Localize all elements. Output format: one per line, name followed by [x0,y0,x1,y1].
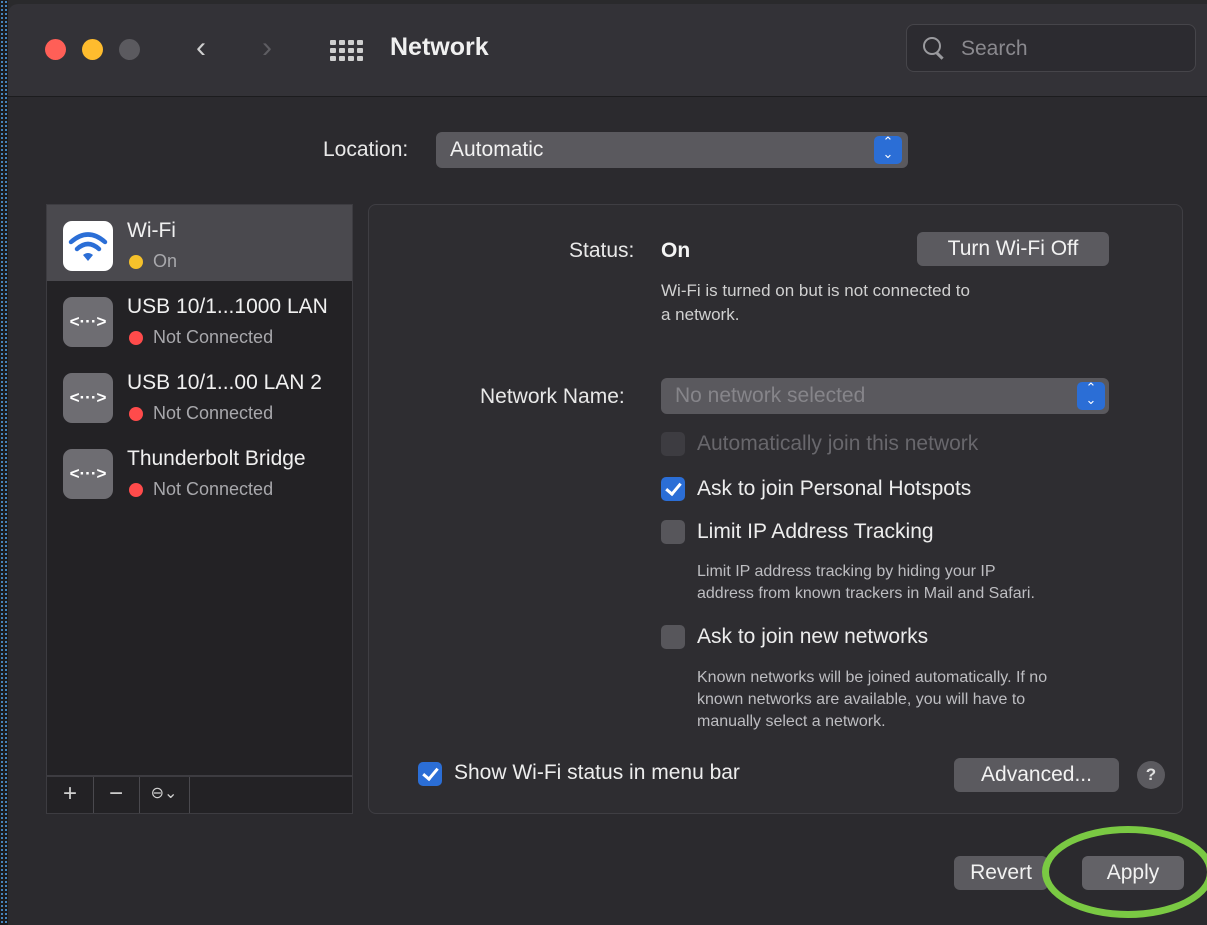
show-wifi-status-label: Show Wi-Fi status in menu bar [454,761,740,784]
service-status: Not Connected [153,403,274,423]
search-box[interactable] [906,24,1196,72]
limit-ip-description-line-2: address from known trackers in Mail and … [697,585,1035,602]
ask-hotspots-label: Ask to join Personal Hotspots [697,477,972,500]
show-wifi-status-checkbox[interactable] [418,762,442,786]
remove-service-button[interactable]: − [93,777,140,813]
show-all-grid-icon[interactable] [330,40,364,62]
minimize-window-button[interactable] [82,39,103,60]
location-chevron-updown-icon: ⌃ ⌄ [874,135,902,164]
window-title: Network [390,33,489,61]
turn-wifi-off-button[interactable]: Turn Wi-Fi Off [917,232,1109,266]
back-chevron-icon[interactable]: ‹ [196,32,206,64]
location-select[interactable]: Automatic ⌃ ⌄ [436,132,908,168]
forward-chevron-icon[interactable]: › [262,32,272,64]
status-dot [129,483,143,497]
service-item-usb-lan-2[interactable]: <···> USB 10/1...00 LAN 2 Not Connected [47,357,352,433]
service-item-usb-lan[interactable]: <···> USB 10/1...1000 LAN Not Connected [47,281,352,357]
network-name-select[interactable]: No network selected ⌃ ⌄ [661,378,1109,414]
zoom-window-button[interactable] [119,39,140,60]
service-item-thunderbolt-bridge[interactable]: <···> Thunderbolt Bridge Not Connected [47,433,352,509]
limit-ip-tracking-checkbox[interactable] [661,520,685,544]
apply-highlight-annotation [1042,826,1207,918]
network-name-value: No network selected [675,384,866,407]
status-description-line-2: a network. [661,305,740,324]
status-dot [129,331,143,345]
location-label: Location: [323,138,409,161]
service-name: USB 10/1...1000 LAN [127,295,328,318]
network-chevron-updown-icon: ⌃ ⌄ [1077,381,1105,410]
limit-ip-tracking-label: Limit IP Address Tracking [697,520,934,543]
service-item-wifi[interactable]: Wi-Fi On [47,205,352,281]
advanced-button[interactable]: Advanced... [954,758,1119,792]
auto-join-checkbox[interactable] [661,432,685,456]
ask-new-networks-checkbox[interactable] [661,625,685,649]
network-name-label: Network Name: [480,385,625,408]
service-status: Not Connected [153,479,274,499]
left-edge-decoration [0,0,8,925]
close-window-button[interactable] [45,39,66,60]
status-dot [129,255,143,269]
ethernet-icon: <···> [63,373,113,423]
revert-button[interactable]: Revert [954,856,1048,890]
ask-new-networks-label: Ask to join new networks [697,625,929,648]
service-list-toolbar: + − ⊖⌄ [46,776,353,814]
ask-new-description-line-3: manually select a network. [697,713,886,730]
help-button[interactable]: ? [1137,761,1165,789]
action-menu-button[interactable]: ⊖⌄ [139,777,190,813]
service-list: Wi-Fi On <···> USB 10/1...1000 LAN Not C… [46,204,353,776]
add-service-button[interactable]: + [47,777,94,813]
ask-new-description-line-2: known networks are available, you will h… [697,691,1026,708]
wifi-icon [63,221,113,271]
status-label: Status: [569,239,635,262]
wifi-settings-panel: Status: On Turn Wi-Fi Off Wi-Fi is turne… [368,204,1183,814]
network-preferences-window: ‹ › Network Location: Automatic ⌃⌄ Wi [8,4,1207,925]
ask-new-description-line-1: Known networks will be joined automatica… [697,669,1048,686]
ethernet-icon: <···> [63,449,113,499]
ask-hotspots-checkbox[interactable] [661,477,685,501]
service-name: Wi-Fi [127,219,176,242]
service-name: Thunderbolt Bridge [127,447,306,470]
ethernet-icon: <···> [63,297,113,347]
service-status: Not Connected [153,327,274,347]
search-input[interactable] [959,34,1183,64]
service-name: USB 10/1...00 LAN 2 [127,371,322,394]
status-description-line-1: Wi-Fi is turned on but is not connected … [661,281,970,300]
service-status: On [153,251,178,271]
limit-ip-description-line-1: Limit IP address tracking by hiding your… [697,563,996,580]
status-value: On [661,239,691,262]
status-dot [129,407,143,421]
title-bar: ‹ › Network [8,4,1207,97]
auto-join-label: Automatically join this network [697,432,979,455]
location-value: Automatic [450,138,544,161]
search-icon [923,37,941,55]
